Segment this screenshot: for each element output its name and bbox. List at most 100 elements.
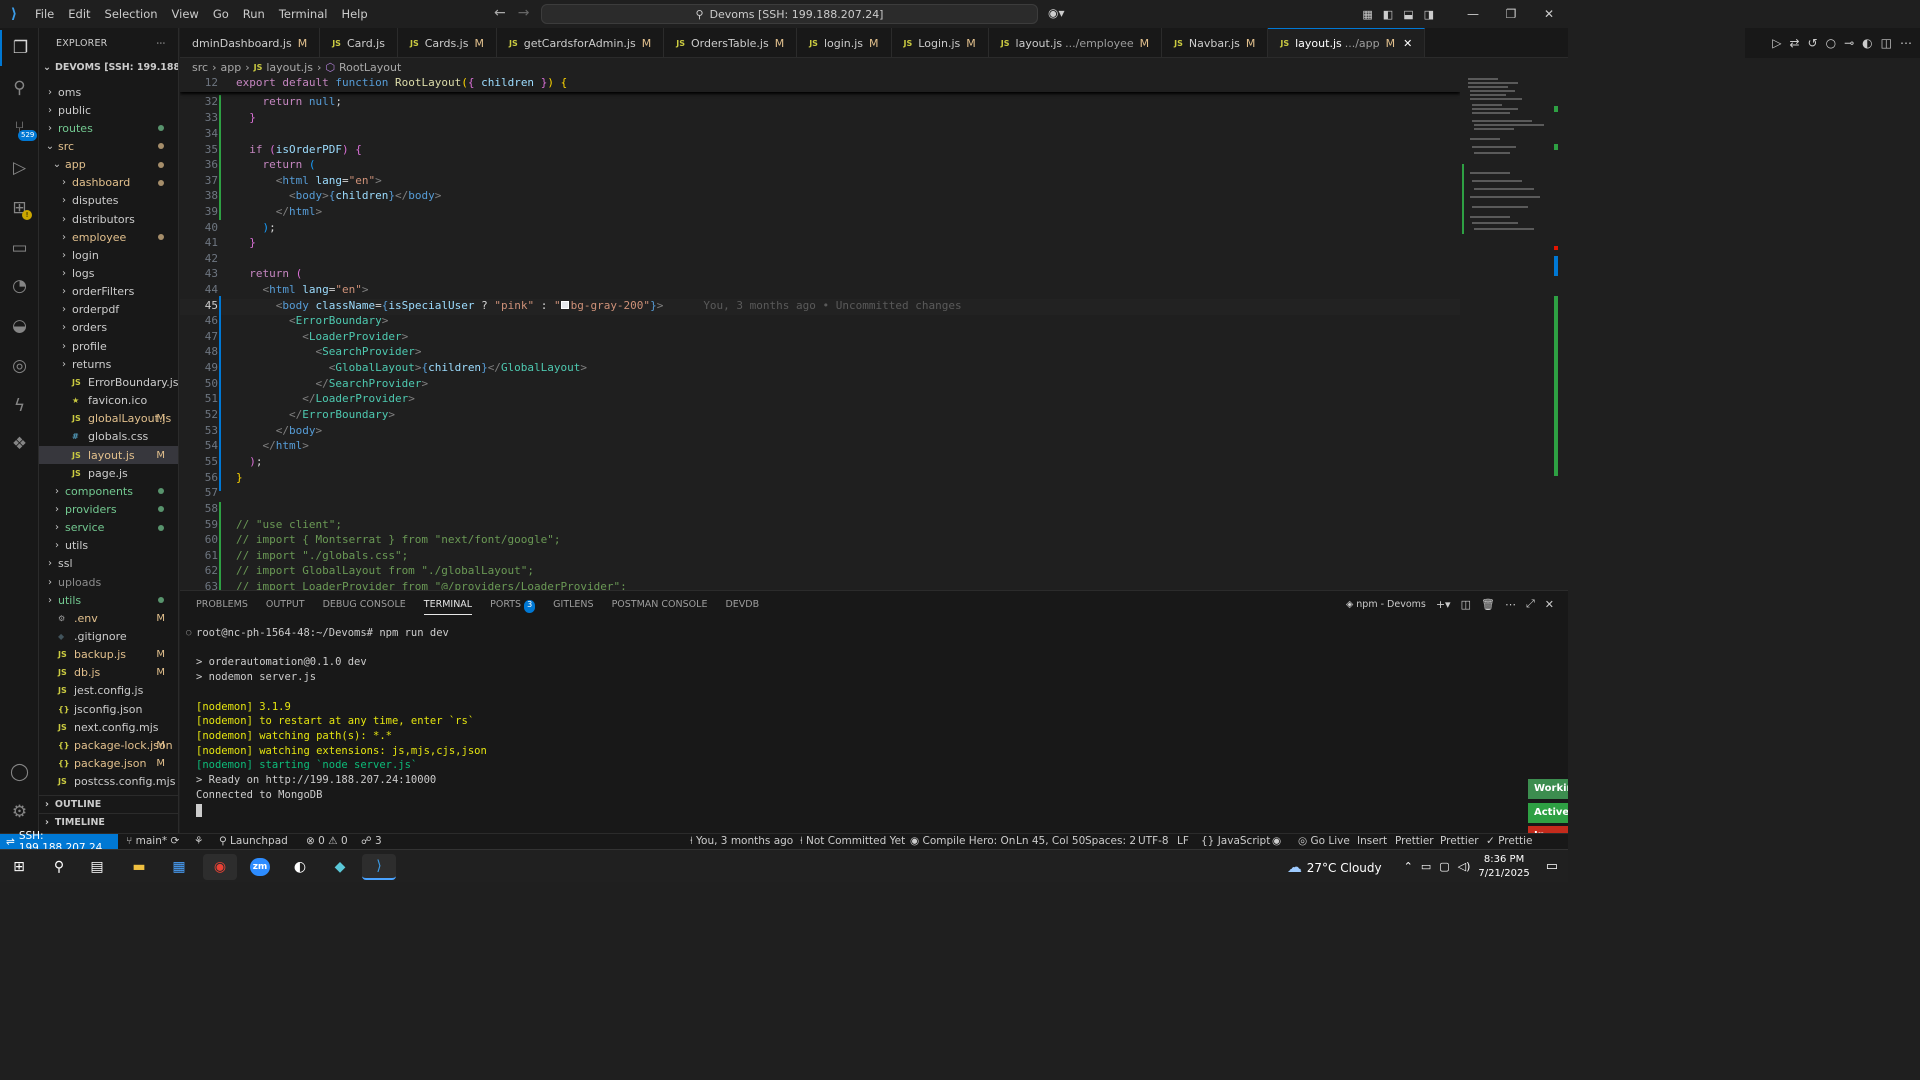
tree-item[interactable]: › orders — [39, 319, 178, 337]
split-terminal-icon[interactable]: ◫ — [1461, 598, 1471, 611]
tree-item[interactable]: {} jsconfig.json — [39, 700, 178, 718]
tree-item[interactable]: › oms — [39, 83, 178, 101]
close-window-button[interactable]: ✕ — [1530, 7, 1568, 21]
prettier-item-3[interactable]: ✓ Prettie — [1486, 835, 1532, 847]
tree-item[interactable]: › profile — [39, 337, 178, 355]
postman-icon[interactable]: ◒ — [0, 308, 39, 344]
editor-tab[interactable]: JS layout.js .../employee M — [989, 28, 1163, 57]
notification-icon[interactable]: ▭ — [1546, 859, 1558, 874]
more-icon[interactable]: ⋯ — [1900, 36, 1912, 50]
editor-tab[interactable]: JS Login.js M — [892, 28, 989, 57]
close-panel-icon[interactable]: ✕ — [1545, 598, 1554, 611]
timeline-section[interactable]: › TIMELINE — [39, 813, 178, 831]
customize-layout-icon[interactable]: ▦ — [1362, 8, 1372, 21]
tree-item[interactable]: › utils — [39, 537, 178, 555]
added-lines-gutter-2[interactable] — [219, 502, 221, 590]
terminal-selector[interactable]: ◈ npm - Devoms — [1346, 599, 1426, 610]
store-icon[interactable]: ▦ — [162, 854, 196, 880]
breadcrumb-symbol[interactable]: RootLayout — [339, 61, 401, 74]
revert-icon[interactable]: ↺ — [1808, 36, 1818, 50]
restore-button[interactable]: ❐ — [1492, 7, 1530, 21]
status-chip-working[interactable]: Workin — [1528, 779, 1568, 799]
maximize-panel-icon[interactable]: ⤢ — [1526, 597, 1535, 611]
tree-item[interactable]: › login — [39, 246, 178, 264]
toggle-sidebar-icon[interactable]: ◧ — [1383, 8, 1393, 21]
zoom-icon[interactable]: zm — [243, 854, 277, 880]
insert-mode[interactable]: Insert — [1357, 835, 1387, 847]
editor-tab[interactable]: JS Navbar.js M — [1162, 28, 1269, 57]
source-control-icon[interactable]: ⑂ 529 — [0, 110, 39, 146]
remote-explorer-icon[interactable]: ▭ — [0, 230, 39, 266]
thunder-client-icon[interactable]: ϟ — [0, 388, 39, 424]
more-icon[interactable]: ⋯ — [1505, 598, 1516, 611]
tree-item[interactable]: › ssl — [39, 555, 178, 573]
sticky-scroll[interactable]: 12 export default function RootLayout({ c… — [180, 76, 1460, 92]
tree-item[interactable]: › dashboard — [39, 174, 178, 192]
next-change-icon[interactable]: ⊸ — [1844, 36, 1854, 50]
editor-tab[interactable]: JS layout.js .../app M ✕ — [1268, 28, 1426, 57]
tree-item[interactable]: › returns — [39, 355, 178, 373]
search-view-icon[interactable]: ⚲ — [0, 70, 39, 106]
tree-item[interactable]: ⌄ app — [39, 156, 178, 174]
explorer-icon[interactable]: ❐ — [0, 30, 39, 66]
menu-view[interactable]: View — [165, 0, 206, 28]
run-icon[interactable]: ▷ — [1772, 36, 1781, 50]
app-icon-2[interactable]: ◆ — [323, 854, 357, 880]
command-center-search[interactable]: ⚲ Devoms [SSH: 199.188.207.24] — [541, 4, 1038, 24]
menu-run[interactable]: Run — [236, 0, 272, 28]
menu-help[interactable]: Help — [334, 0, 374, 28]
prettier-item-2[interactable]: Prettier — [1440, 835, 1479, 847]
tab-terminal[interactable]: TERMINAL — [423, 599, 473, 615]
toggle-secondary-sidebar-icon[interactable]: ◨ — [1424, 8, 1434, 21]
minimize-button[interactable]: — — [1454, 7, 1492, 21]
editor-tab[interactable]: JS login.js M — [797, 28, 892, 57]
status-chip-active[interactable]: Active — [1528, 803, 1568, 823]
tree-item[interactable]: › components — [39, 482, 178, 500]
tab-gitlens[interactable]: GITLENS — [553, 599, 593, 615]
copilot-icon[interactable]: ◉▾ — [1048, 6, 1065, 20]
tree-item[interactable]: › service — [39, 519, 178, 537]
blame-indicator[interactable]: ⍿ You, 3 months ago — [690, 835, 793, 848]
commit-indicator[interactable]: ⍿ Not Committed Yet — [800, 835, 905, 848]
branch-indicator[interactable]: ⑂ main* ⟳ — [126, 835, 179, 847]
prev-change-icon[interactable]: ○ — [1826, 36, 1836, 50]
tree-item[interactable]: › employee — [39, 228, 178, 246]
display-icon[interactable]: ▢ — [1439, 860, 1449, 873]
menu-edit[interactable]: Edit — [61, 0, 97, 28]
editor-tab[interactable]: dminDashboard.js M — [180, 28, 321, 57]
remote-indicator[interactable]: ⇌ SSH: 199.188.207.24 — [0, 830, 118, 854]
color-swatch[interactable] — [560, 301, 569, 309]
tree-item[interactable]: ★ favicon.ico — [39, 392, 178, 410]
tab-ports[interactable]: PORTS 3 — [490, 599, 536, 615]
language-mode[interactable]: {} JavaScript — [1201, 835, 1270, 847]
chrome-icon[interactable]: ◉ — [203, 854, 237, 880]
modified-lines-gutter[interactable] — [219, 296, 221, 491]
problems-indicator[interactable]: ⊗ 0 ⚠ 0 — [306, 835, 348, 847]
tree-item[interactable]: {} package-lock.json M — [39, 736, 178, 754]
tree-item[interactable]: ⚙ .env M — [39, 609, 178, 627]
launchpad-item[interactable]: ⚲ Launchpad — [219, 835, 288, 847]
tree-item[interactable]: › routes — [39, 119, 178, 137]
close-tab-icon[interactable]: ✕ — [1403, 37, 1412, 50]
task-view-icon[interactable]: ▤ — [80, 854, 114, 880]
minimap[interactable] — [1460, 76, 1560, 590]
outline-section[interactable]: › OUTLINE — [39, 795, 178, 813]
forward-arrow-icon[interactable]: → — [518, 5, 530, 21]
run-debug-icon[interactable]: ▷ — [0, 150, 39, 186]
tree-item[interactable]: JS ErrorBoundary.js — [39, 373, 178, 391]
extensions-icon[interactable]: ⊞! — [0, 190, 39, 226]
end-of-line[interactable]: LF — [1177, 835, 1189, 847]
command-decoration-icon[interactable]: ○ — [186, 628, 191, 638]
tree-item[interactable]: › logs — [39, 265, 178, 283]
new-terminal-icon[interactable]: +▾ — [1436, 598, 1451, 611]
weather-widget[interactable]: ☁ 27°C Cloudy — [1287, 858, 1382, 876]
added-lines-gutter[interactable] — [219, 95, 221, 220]
tree-item[interactable]: ⌄ src — [39, 137, 178, 155]
tree-item[interactable]: › orderFilters — [39, 283, 178, 301]
tree-item[interactable]: › distributors — [39, 210, 178, 228]
copilot-status-icon[interactable]: ⚘ — [194, 835, 203, 847]
python-icon[interactable]: ❖ — [0, 426, 39, 462]
toggle-panel-icon[interactable]: ⬓ — [1403, 8, 1413, 21]
tree-item[interactable]: › public — [39, 101, 178, 119]
copilot-icon[interactable]: ◉ — [1272, 835, 1281, 847]
